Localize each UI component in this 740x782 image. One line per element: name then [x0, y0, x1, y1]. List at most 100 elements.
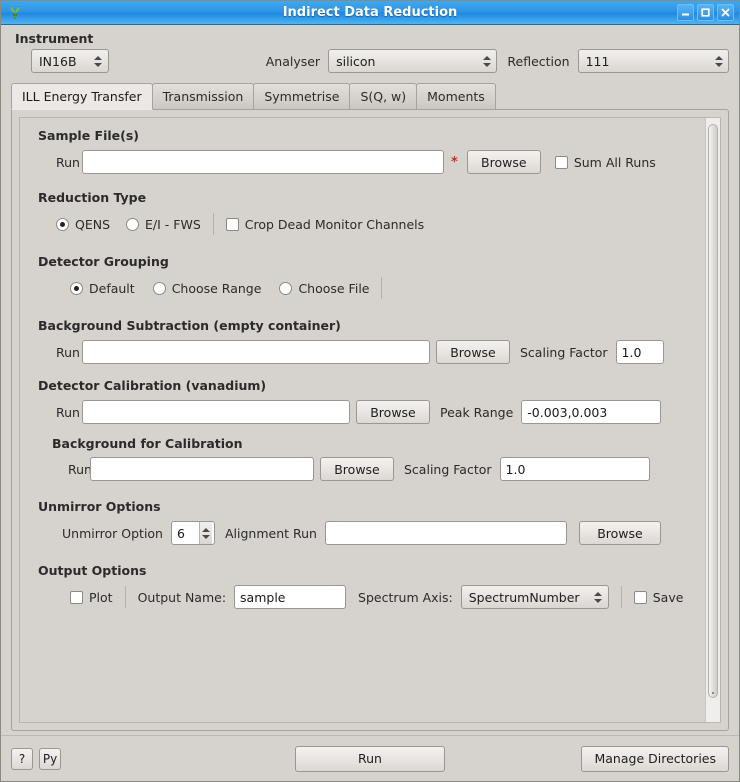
chevron-updown-icon — [593, 592, 604, 603]
mantid-plant-icon — [6, 4, 24, 22]
save-checkbox[interactable]: Save — [634, 590, 684, 605]
tab-bar: ILL Energy Transfer Transmission Symmetr… — [1, 83, 739, 109]
sample-run-input[interactable] — [82, 150, 444, 174]
minimize-icon[interactable] — [677, 4, 694, 21]
sum-all-runs-label: Sum All Runs — [574, 155, 656, 170]
calibration-background-browse-button[interactable]: Browse — [320, 457, 394, 481]
spectrum-axis-value: SpectrumNumber — [469, 590, 587, 605]
background-for-calibration-title: Background for Calibration — [52, 436, 694, 451]
title-bar: Indirect Data Reduction — [1, 1, 739, 25]
tab-label: Transmission — [163, 89, 244, 104]
plot-checkbox[interactable]: Plot — [70, 590, 113, 605]
reflection-value: 111 — [586, 54, 707, 69]
output-options-title: Output Options — [38, 563, 694, 578]
unmirror-option-value: 6 — [177, 526, 199, 541]
radio-dot-icon — [153, 282, 166, 295]
spinner-arrows-icon[interactable] — [199, 522, 212, 544]
calibration-run-input[interactable] — [82, 400, 350, 424]
sample-run-label: Run — [38, 155, 82, 170]
tab-label: Symmetrise — [264, 89, 339, 104]
python-export-button[interactable]: Py — [39, 748, 61, 770]
unmirror-options-title: Unmirror Options — [38, 499, 694, 514]
tab-symmetrise[interactable]: Symmetrise — [253, 83, 350, 109]
crop-dead-monitor-label: Crop Dead Monitor Channels — [245, 217, 424, 232]
alignment-browse-button[interactable]: Browse — [579, 521, 661, 545]
calibration-background-scaling-factor-label: Scaling Factor — [404, 462, 492, 477]
required-asterisk: * — [451, 155, 458, 170]
sample-run-row: Run * Browse Sum All Runs — [38, 150, 694, 174]
window-title: Indirect Data Reduction — [1, 5, 739, 20]
background-scaling-factor-label: Scaling Factor — [520, 345, 608, 360]
radio-dot-icon — [70, 282, 83, 295]
radio-grouping-choose-file[interactable]: Choose File — [279, 281, 369, 296]
maximize-icon[interactable] — [697, 4, 714, 21]
scrollbar-thumb[interactable] — [708, 124, 718, 698]
separator — [621, 586, 622, 608]
crop-dead-monitor-checkbox[interactable]: Crop Dead Monitor Channels — [226, 217, 424, 232]
separator — [125, 586, 126, 608]
calibration-background-run-label: Run — [38, 462, 90, 477]
vertical-scrollbar[interactable] — [705, 118, 720, 722]
radio-qens[interactable]: QENS — [56, 217, 110, 232]
background-browse-button[interactable]: Browse — [436, 340, 510, 364]
output-name-input[interactable]: sample — [234, 585, 346, 609]
scroll-area: Sample File(s) Run * Browse Sum All Runs… — [19, 117, 721, 723]
checkbox-box-icon — [555, 156, 568, 169]
radio-grouping-choose-range[interactable]: Choose Range — [153, 281, 262, 296]
detector-calibration-title: Detector Calibration (vanadium) — [38, 378, 694, 393]
radio-grouping-default[interactable]: Default — [70, 281, 135, 296]
peak-range-label: Peak Range — [440, 405, 513, 420]
chevron-updown-icon — [713, 56, 724, 67]
calibration-background-scaling-factor-input[interactable]: 1.0 — [500, 457, 650, 481]
unmirror-option-spinner[interactable]: 6 — [171, 521, 215, 545]
application-window: Indirect Data Reduction Instrument IN16B… — [0, 0, 740, 782]
run-button[interactable]: Run — [295, 746, 445, 772]
instrument-combo[interactable]: IN16B — [31, 49, 109, 73]
radio-dot-icon — [56, 218, 69, 231]
background-run-row: Run Browse Scaling Factor 1.0 — [38, 340, 694, 364]
background-run-label: Run — [38, 345, 82, 360]
radio-grouping-choose-range-label: Choose Range — [172, 281, 262, 296]
spectrum-axis-label: Spectrum Axis: — [358, 590, 453, 605]
manage-directories-button[interactable]: Manage Directories — [581, 746, 729, 772]
tab-label: ILL Energy Transfer — [22, 89, 142, 104]
radio-dot-icon — [126, 218, 139, 231]
bottom-bar: ? Py Run Manage Directories — [1, 735, 739, 781]
output-options-row: Plot Output Name: sample Spectrum Axis: … — [38, 585, 694, 609]
chevron-updown-icon — [93, 56, 104, 67]
radio-ei-fws[interactable]: E/I - FWS — [126, 217, 201, 232]
peak-range-input[interactable]: -0.003,0.003 — [521, 400, 661, 424]
sample-files-title: Sample File(s) — [38, 128, 694, 143]
alignment-run-label: Alignment Run — [225, 526, 317, 541]
sample-browse-button[interactable]: Browse — [467, 150, 541, 174]
reflection-combo[interactable]: 111 — [578, 49, 729, 73]
tab-label: Moments — [427, 89, 485, 104]
calibration-background-run-input[interactable] — [90, 457, 314, 481]
background-subtraction-title: Background Subtraction (empty container) — [38, 318, 694, 333]
radio-qens-label: QENS — [75, 217, 110, 232]
analyser-combo[interactable]: silicon — [328, 49, 497, 73]
unmirror-row: Unmirror Option 6 Alignment Run Browse — [38, 521, 694, 545]
checkbox-box-icon — [70, 591, 83, 604]
spectrum-axis-combo[interactable]: SpectrumNumber — [461, 585, 609, 609]
reflection-label: Reflection — [507, 54, 569, 69]
tab-panel: Sample File(s) Run * Browse Sum All Runs… — [11, 109, 729, 731]
scrollbar-grip-icon — [712, 692, 714, 694]
calibration-browse-button[interactable]: Browse — [356, 400, 430, 424]
background-run-input[interactable] — [82, 340, 430, 364]
analyser-label: Analyser — [266, 54, 320, 69]
background-scaling-factor-input[interactable]: 1.0 — [616, 340, 664, 364]
analyser-value: silicon — [336, 54, 475, 69]
tab-moments[interactable]: Moments — [416, 83, 496, 109]
sum-all-runs-checkbox[interactable]: Sum All Runs — [555, 155, 656, 170]
tab-sqw[interactable]: S(Q, w) — [349, 83, 417, 109]
detector-grouping-title: Detector Grouping — [38, 254, 694, 269]
close-icon[interactable] — [717, 4, 734, 21]
tab-label: S(Q, w) — [360, 89, 406, 104]
alignment-run-input[interactable] — [325, 521, 567, 545]
calibration-background-run-row: Run Browse Scaling Factor 1.0 — [38, 457, 694, 481]
tab-ill-energy-transfer[interactable]: ILL Energy Transfer — [11, 83, 153, 110]
radio-dot-icon — [279, 282, 292, 295]
tab-transmission[interactable]: Transmission — [152, 83, 255, 109]
help-button[interactable]: ? — [11, 748, 33, 770]
